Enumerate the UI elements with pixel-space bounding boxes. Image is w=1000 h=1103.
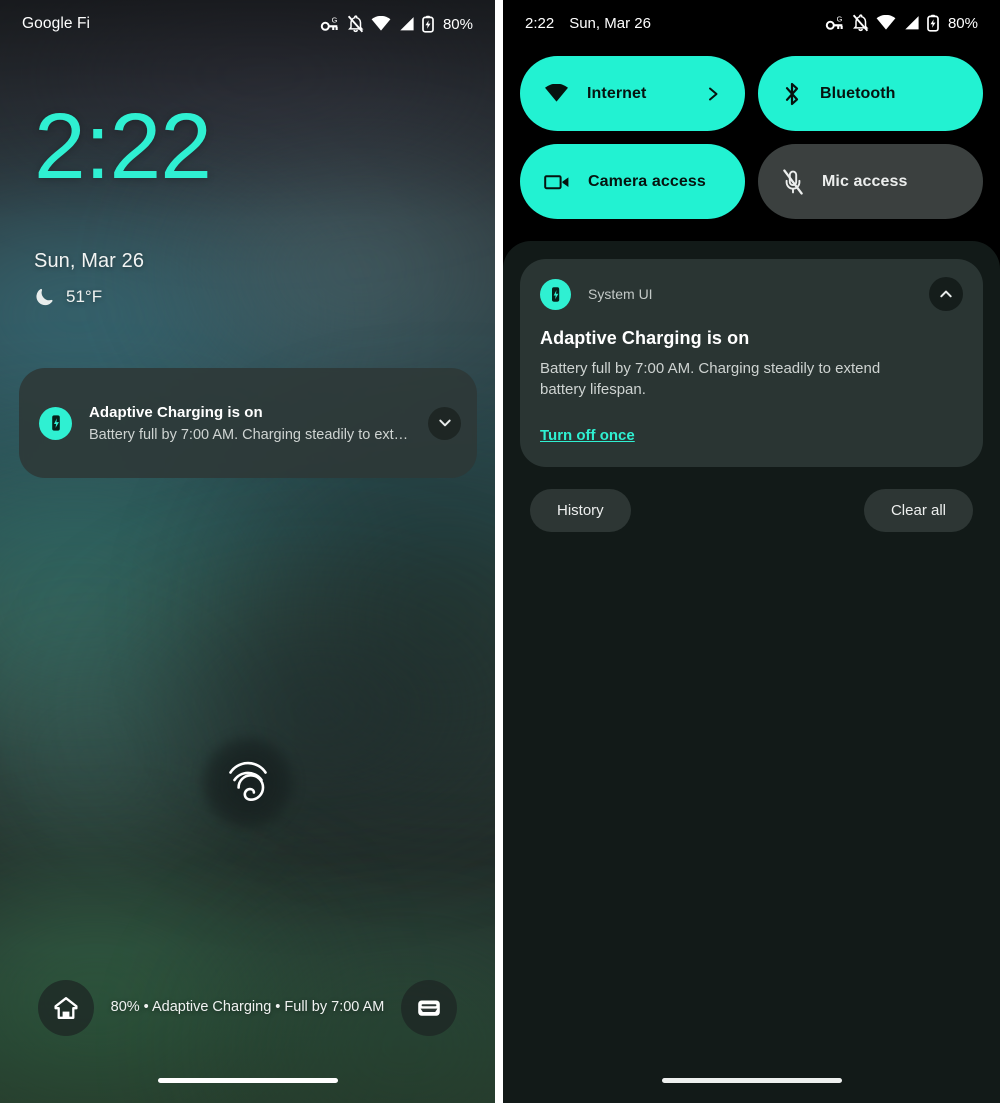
tile-mic-access[interactable]: Mic access [758, 144, 983, 219]
lock-screen-status-bar: Google Fi G 80% [0, 0, 495, 48]
chevron-right-icon[interactable] [705, 84, 721, 104]
notification-texts: Adaptive Charging is on Battery full by … [89, 404, 420, 443]
lock-screen-clock: 2:22 [34, 94, 212, 198]
signal-cellular-icon [903, 15, 920, 31]
tile-label: Mic access [822, 172, 908, 190]
clock-label: 2:22 [525, 14, 555, 32]
wallet-shortcut-button[interactable] [401, 980, 457, 1036]
wifi-icon [544, 83, 569, 104]
notifications-off-icon [852, 14, 869, 32]
battery-charging-icon [422, 15, 434, 33]
battery-charging-icon [39, 406, 72, 440]
date-label: Sun, Mar 26 [569, 14, 651, 32]
temperature-label: 51°F [66, 286, 103, 306]
battery-status-label: 80% • Adaptive Charging • Full by 7:00 A… [110, 999, 385, 1016]
notification-title: Adaptive Charging is on [540, 328, 750, 348]
tile-label: Internet [587, 84, 647, 102]
vpn-key-g-icon: G [825, 15, 845, 31]
notification-title: Adaptive Charging is on [89, 403, 263, 421]
svg-text:G: G [837, 15, 843, 23]
wifi-icon [876, 15, 896, 31]
vpn-key-g-icon: G [320, 16, 340, 32]
history-button[interactable]: History [530, 488, 631, 532]
crescent-moon-icon [34, 286, 55, 307]
tile-internet[interactable]: Internet [520, 56, 745, 131]
battery-charging-icon [540, 278, 571, 310]
notification-header: System UI [540, 277, 963, 311]
chevron-down-icon[interactable] [428, 406, 461, 440]
videocam-icon [544, 172, 570, 192]
quick-settings-status-bar: 2:22 Sun, Mar 26 G 80% [503, 0, 1000, 46]
notification-app-name: System UI [588, 286, 653, 302]
status-icon-group: G 80% [825, 14, 978, 32]
notification-shade: System UI Adaptive Charging is on Batter… [503, 241, 1000, 1103]
tile-label: Bluetooth [820, 84, 896, 102]
turn-off-once-action[interactable]: Turn off once [540, 427, 635, 444]
battery-percent-label: 80% [442, 15, 473, 33]
wallet-icon [415, 996, 443, 1020]
lock-screen[interactable]: Google Fi G 80% 2:22 Sun, Mar 26 51°F Ad… [0, 0, 495, 1103]
status-left: 2:22 Sun, Mar 26 [525, 15, 651, 32]
battery-percent-label: 80% [947, 14, 978, 32]
tile-label: Camera access [588, 172, 706, 190]
carrier-label: Google Fi [22, 15, 91, 32]
lock-screen-date-weather[interactable]: Sun, Mar 26 51°F [34, 250, 144, 307]
notification-body: Battery full by 7:00 AM. Charging steadi… [540, 360, 881, 399]
gesture-navigation-bar[interactable] [661, 1078, 842, 1083]
date-label: Sun, Mar 26 [34, 250, 145, 272]
notification-card[interactable]: System UI Adaptive Charging is on Batter… [520, 259, 983, 467]
shade-action-row: History Clear all [520, 467, 983, 532]
gesture-navigation-bar[interactable] [157, 1078, 338, 1083]
lock-screen-bottom-bar: 80% • Adaptive Charging • Full by 7:00 A… [0, 975, 495, 1041]
screens-container: Google Fi G 80% 2:22 Sun, Mar 26 51°F Ad… [0, 0, 1000, 1103]
quick-settings-panel[interactable]: 2:22 Sun, Mar 26 G 80% Internet Bluetoot… [495, 0, 1000, 1103]
lock-screen-notification[interactable]: Adaptive Charging is on Battery full by … [19, 368, 477, 478]
home-shortcut-button[interactable] [38, 980, 94, 1036]
fingerprint-unlock-area[interactable] [200, 735, 296, 831]
quick-settings-tiles: Internet Bluetooth Camera access Mic acc… [503, 46, 1000, 219]
svg-text:G: G [332, 16, 338, 24]
bluetooth-icon [782, 81, 802, 107]
signal-cellular-icon [398, 16, 415, 32]
tile-bluetooth[interactable]: Bluetooth [758, 56, 983, 131]
chevron-up-icon[interactable] [929, 277, 963, 311]
battery-charging-icon [927, 14, 939, 32]
home-icon [52, 994, 80, 1022]
mic-off-icon [782, 168, 804, 195]
clear-all-button[interactable]: Clear all [863, 488, 973, 532]
wifi-icon [371, 16, 391, 32]
status-icon-group: G 80% [320, 15, 473, 33]
weather-row[interactable]: 51°F [34, 286, 144, 307]
fingerprint-icon[interactable] [225, 757, 271, 809]
notifications-off-icon [347, 15, 364, 33]
notification-body: Battery full by 7:00 AM. Charging steadi… [89, 426, 409, 443]
tile-camera-access[interactable]: Camera access [520, 144, 745, 219]
